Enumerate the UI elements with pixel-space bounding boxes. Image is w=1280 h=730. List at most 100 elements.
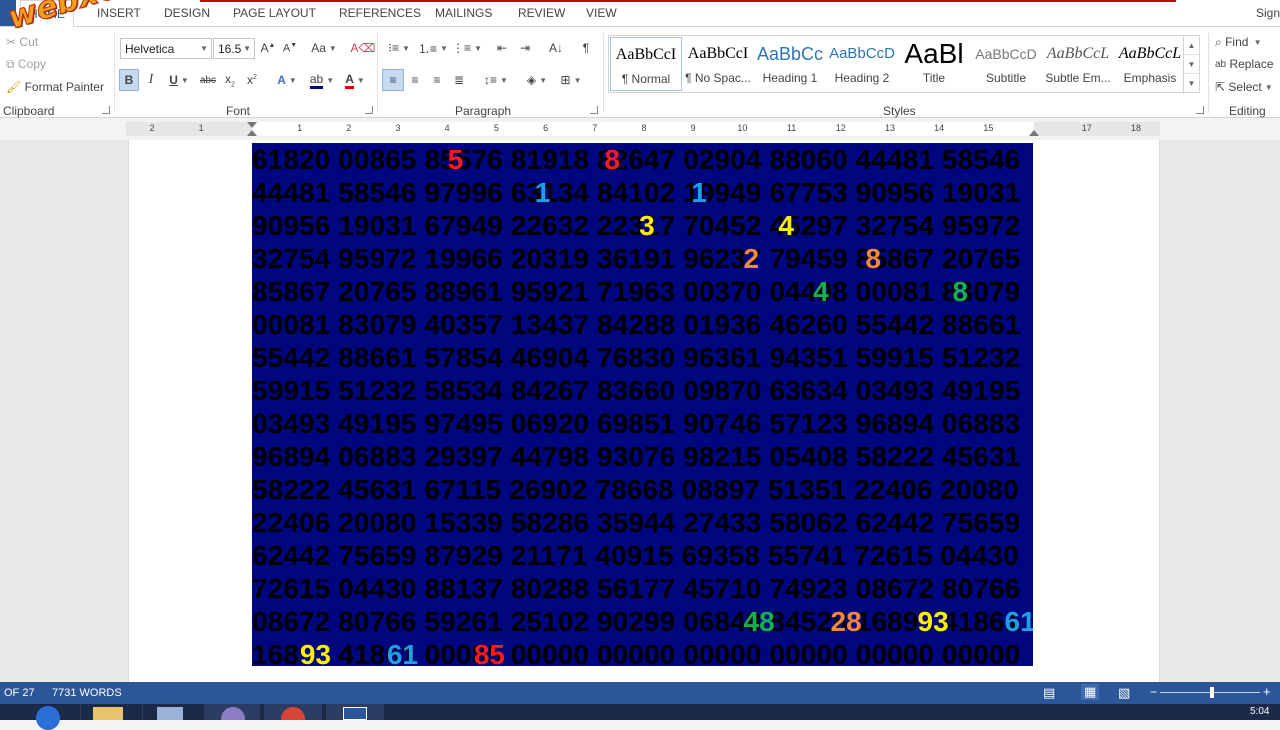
font-color-button[interactable]: A ▼ bbox=[340, 69, 370, 91]
text-effects-button[interactable]: A ▼ bbox=[273, 69, 301, 91]
highlighted-digit: 4 bbox=[813, 276, 829, 307]
clipboard-launcher-icon[interactable] bbox=[102, 106, 110, 114]
style-subtle-emphasis[interactable]: AaBbCcL Subtle Em... bbox=[1042, 37, 1114, 91]
highlighted-digit: 61 bbox=[386, 639, 418, 666]
ruler-number: 13 bbox=[884, 123, 895, 133]
zoom-in-icon[interactable]: + bbox=[1263, 684, 1271, 699]
highlighted-digit: 93 bbox=[917, 606, 949, 637]
taskbar-word[interactable] bbox=[326, 704, 384, 720]
copy-button[interactable]: ⧉ Copy bbox=[6, 53, 46, 75]
grow-font-button[interactable]: A▲ bbox=[259, 37, 277, 59]
line-spacing-button[interactable]: ↕≡ ▼ bbox=[481, 69, 511, 91]
clipboard-group-label: Clipboard bbox=[3, 104, 55, 118]
font-size-combo[interactable]: 16.5 ▼ bbox=[213, 38, 255, 59]
highlighted-digit: 8 bbox=[865, 243, 881, 274]
taskbar-app[interactable] bbox=[142, 704, 202, 720]
underline-button[interactable]: U ▼ bbox=[164, 69, 194, 91]
styles-more-icon[interactable]: ▼ bbox=[1184, 74, 1199, 93]
show-formatting-button[interactable]: ¶ bbox=[576, 37, 596, 59]
number-line: 22406 20080 15339 58286 35944 27433 5806… bbox=[252, 507, 1021, 538]
right-indent-marker[interactable] bbox=[1029, 130, 1039, 136]
page-count[interactable]: OF 27 bbox=[4, 687, 35, 699]
cut-button[interactable]: ✂ Cut bbox=[6, 31, 38, 53]
align-left-button[interactable]: ≡ bbox=[382, 69, 404, 91]
hanging-indent-marker[interactable] bbox=[247, 130, 257, 136]
read-mode-icon[interactable]: ▤ bbox=[1043, 685, 1055, 701]
numbered-list-icon: ⒈≡ bbox=[418, 41, 438, 56]
italic-icon: I bbox=[148, 72, 154, 87]
change-case-icon: Aa bbox=[311, 41, 326, 55]
style-heading-1[interactable]: AaBbCc Heading 1 bbox=[754, 37, 826, 91]
shading-button[interactable]: ◈ ▼ bbox=[522, 69, 552, 91]
multilevel-list-button[interactable]: ⋮≡ ▼ bbox=[452, 37, 482, 59]
style-heading-2[interactable]: AaBbCcD Heading 2 bbox=[826, 37, 898, 91]
taskbar-explorer[interactable] bbox=[80, 704, 140, 720]
sort-button[interactable]: A↓ bbox=[546, 37, 566, 59]
tab-page-layout[interactable]: PAGE LAYOUT bbox=[233, 6, 316, 20]
bold-button[interactable]: B bbox=[119, 69, 139, 91]
taskbar-chrome[interactable] bbox=[264, 704, 322, 720]
eraser-icon: A⌫ bbox=[350, 41, 376, 55]
ruler-number: 12 bbox=[835, 123, 846, 133]
shrink-font-button[interactable]: A▼ bbox=[281, 37, 299, 59]
strikethrough-button[interactable]: abc bbox=[198, 69, 218, 91]
style-emphasis[interactable]: AaBbCcL Emphasis bbox=[1114, 37, 1186, 91]
subscript-button[interactable]: x2 bbox=[221, 69, 239, 91]
increase-indent-icon: ⇥ bbox=[519, 41, 531, 55]
select-button[interactable]: ⇱ Select ▼ bbox=[1215, 76, 1273, 98]
numbering-button[interactable]: ⒈≡ ▼ bbox=[418, 37, 448, 59]
style-subtitle[interactable]: AaBbCcD Subtitle bbox=[970, 37, 1042, 91]
styles-scroll: ▲ ▼ ▼ bbox=[1183, 36, 1199, 94]
increase-indent-button[interactable]: ⇥ bbox=[515, 37, 535, 59]
highlighted-digit: 8 bbox=[604, 144, 620, 175]
borders-button[interactable]: ⊞ ▼ bbox=[556, 69, 586, 91]
number-line: 62442 75659 87929 21171 40915 69358 5574… bbox=[252, 540, 1019, 571]
bullet-list-icon: ⁝≡ bbox=[388, 41, 399, 55]
font-name-combo[interactable]: Helvetica ▼ bbox=[120, 38, 212, 59]
lottery-number-block[interactable]: 61820 00865 85576 81918 82647 02904 8806… bbox=[252, 143, 1033, 666]
style-no-spacing[interactable]: AaBbCcI ¶ No Spac... bbox=[682, 37, 754, 91]
word-count[interactable]: 7731 WORDS bbox=[52, 687, 122, 699]
font-launcher-icon[interactable] bbox=[365, 106, 373, 114]
web-layout-icon[interactable]: ▧ bbox=[1118, 685, 1130, 701]
highlighted-digit: 85 bbox=[473, 639, 505, 666]
ruler-number: 8 bbox=[641, 123, 647, 133]
style-normal[interactable]: AaBbCcI ¶ Normal bbox=[610, 37, 682, 91]
ruler-number: 4 bbox=[444, 123, 450, 133]
italic-button[interactable]: I bbox=[142, 69, 160, 91]
scroll-down-icon[interactable]: ▼ bbox=[1184, 55, 1199, 74]
horizontal-ruler[interactable]: 2 1 1 2 3 4 5 6 7 8 9 10 11 12 13 14 15 17 18 bbox=[126, 122, 1160, 136]
paragraph-launcher-icon[interactable] bbox=[590, 106, 598, 114]
taskbar-browser[interactable] bbox=[204, 704, 260, 720]
number-line: 72615 04430 88137 80288 56177 45710 7492… bbox=[252, 573, 1021, 604]
decrease-indent-button[interactable]: ⇤ bbox=[492, 37, 512, 59]
tab-references[interactable]: REFERENCES bbox=[339, 6, 421, 20]
bullets-button[interactable]: ⁝≡ ▼ bbox=[384, 37, 414, 59]
tab-mailings[interactable]: MAILINGS bbox=[435, 6, 492, 20]
print-layout-icon[interactable]: ▦ bbox=[1081, 684, 1100, 700]
chevron-down-icon: ▼ bbox=[200, 44, 208, 53]
superscript-button[interactable]: x2 bbox=[243, 69, 261, 91]
start-button[interactable] bbox=[30, 704, 70, 730]
first-line-indent-marker[interactable] bbox=[247, 122, 257, 128]
clear-formatting-button[interactable]: A⌫ bbox=[350, 37, 376, 59]
zoom-out-icon[interactable]: − bbox=[1150, 685, 1157, 699]
styles-launcher-icon[interactable] bbox=[1196, 106, 1204, 114]
justify-button[interactable]: ≣ bbox=[449, 69, 469, 91]
sign-in-link[interactable]: Sign bbox=[1256, 6, 1280, 20]
align-right-button[interactable]: ≡ bbox=[427, 69, 447, 91]
zoom-slider-thumb[interactable] bbox=[1210, 687, 1214, 698]
highlight-color-button[interactable]: ab ▼ bbox=[306, 69, 338, 91]
find-button[interactable]: ⌕ Find ▼ bbox=[1215, 31, 1262, 53]
replace-button[interactable]: ab Replace bbox=[1215, 53, 1274, 75]
align-center-button[interactable]: ≡ bbox=[405, 69, 425, 91]
highlighted-digit: 48 bbox=[743, 606, 775, 637]
scroll-up-icon[interactable]: ▲ bbox=[1184, 36, 1199, 55]
tab-view[interactable]: VIEW bbox=[586, 6, 617, 20]
tab-review[interactable]: REVIEW bbox=[518, 6, 565, 20]
style-title[interactable]: AaBl Title bbox=[898, 37, 970, 91]
tab-design[interactable]: DESIGN bbox=[164, 6, 210, 20]
highlighted-digit: 28 bbox=[830, 606, 862, 637]
change-case-button[interactable]: Aa ▼ bbox=[309, 37, 339, 59]
format-painter-button[interactable]: 🖌 Format Painter bbox=[6, 76, 104, 98]
